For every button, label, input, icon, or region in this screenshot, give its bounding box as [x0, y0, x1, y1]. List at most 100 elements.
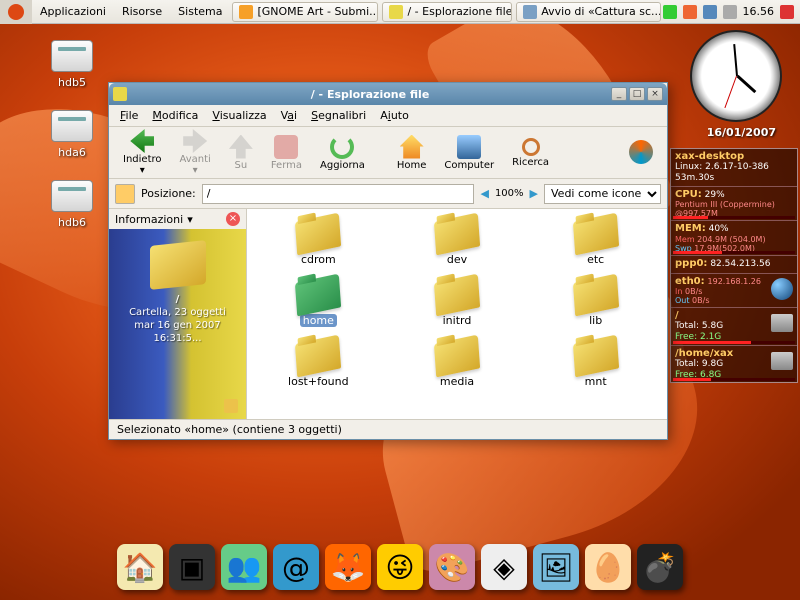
forward-button: Avanti ▾ [172, 127, 219, 178]
folder-item[interactable]: initrd [398, 276, 517, 329]
edit-location-button[interactable] [115, 184, 135, 204]
volume-icon[interactable] [723, 5, 737, 19]
dock-mail[interactable]: @ [273, 544, 319, 590]
menu-modifica[interactable]: Modifica [145, 109, 205, 122]
desktop-drive-icon[interactable]: hdb5 [40, 40, 104, 89]
dock-palette[interactable]: 🎨 [429, 544, 475, 590]
search-button[interactable]: Ricerca [504, 136, 557, 170]
updates-icon[interactable] [703, 5, 717, 19]
home-button[interactable]: Home [389, 133, 435, 173]
dock-media[interactable]: ◈ [481, 544, 527, 590]
folder-item[interactable]: lib [536, 276, 655, 329]
drive-label: hdb5 [40, 76, 104, 89]
reload-button[interactable]: Aggiorna [312, 133, 373, 173]
folder-icon [434, 213, 480, 256]
computer-icon [457, 135, 481, 159]
back-button[interactable]: Indietro ▾ [115, 127, 170, 178]
disk-icon [771, 352, 793, 370]
menubar: File Modifica Visualizza Vai Segnalibri … [109, 105, 667, 127]
analog-clock-widget[interactable] [690, 30, 782, 122]
folder-item[interactable]: cdrom [259, 215, 378, 268]
dock-photo[interactable]: 🖼 [533, 544, 579, 590]
ubuntu-logo-icon [8, 4, 24, 20]
location-bar: Posizione: ◀ 100% ▶ Vedi come icone [109, 179, 667, 209]
dock-terminal[interactable]: ▣ [169, 544, 215, 590]
chevron-down-icon[interactable]: ▾ [187, 213, 193, 226]
folder-label: mnt [538, 375, 653, 388]
close-button[interactable]: × [647, 87, 663, 101]
status-ok-icon[interactable] [663, 5, 677, 19]
folder-item[interactable]: lost+found [259, 337, 378, 390]
folder-icon [434, 274, 480, 317]
folder-item[interactable]: dev [398, 215, 517, 268]
view-mode-select[interactable]: Vedi come icone [544, 184, 661, 204]
app-icon [239, 5, 253, 19]
folder-icon [150, 240, 206, 290]
folder-item[interactable]: home [259, 276, 378, 329]
menu-sistema[interactable]: Sistema [170, 0, 230, 24]
folder-icon [573, 335, 619, 378]
reload-icon [330, 135, 354, 159]
dock-emoticon[interactable]: 😜 [377, 544, 423, 590]
sidepane-close-button[interactable]: × [226, 212, 240, 226]
icon-view[interactable]: cdrom dev etc home initrd lib lost+found media m… [247, 209, 667, 419]
folder-icon [573, 274, 619, 317]
up-button: Su [221, 133, 261, 173]
menu-vai[interactable]: Vai [274, 109, 304, 122]
sidepane-preview: / Cartella, 23 oggetti mar 16 gen 2007 1… [109, 229, 246, 419]
main-menu-launcher[interactable] [0, 0, 32, 24]
folder-item[interactable]: etc [536, 215, 655, 268]
status-warn-icon[interactable] [683, 5, 697, 19]
menu-file[interactable]: File [113, 109, 145, 122]
folder-label: dev [400, 253, 515, 266]
minimize-button[interactable]: _ [611, 87, 627, 101]
menu-segnalibri[interactable]: Segnalibri [304, 109, 373, 122]
folder-label: initrd [400, 314, 515, 327]
folder-item[interactable]: media [398, 337, 517, 390]
folder-icon [434, 335, 480, 378]
panel-clock[interactable]: 16.56 [743, 5, 775, 18]
search-icon [522, 138, 540, 156]
app-icon [523, 5, 537, 19]
menu-aiuto[interactable]: Aiuto [373, 109, 416, 122]
dock-users[interactable]: 👥 [221, 544, 267, 590]
menu-applicazioni[interactable]: Applicazioni [32, 0, 114, 24]
folder-label: lost+found [261, 375, 376, 388]
drive-icon [51, 180, 93, 212]
system-monitor[interactable]: xax-desktop Linux: 2.6.17-10-386 53m.30s… [670, 148, 798, 383]
titlebar[interactable]: / - Esplorazione file _ □ × [109, 83, 667, 105]
lock-icon [224, 399, 238, 413]
forward-arrow-icon [183, 129, 207, 153]
drive-label: hda6 [40, 146, 104, 159]
sidepane-header[interactable]: Informazioni [115, 213, 183, 226]
taskbar-button[interactable]: [GNOME Art - Submi... [232, 2, 378, 22]
folder-label: etc [538, 253, 653, 266]
throbber-icon [629, 140, 653, 164]
top-panel: Applicazioni Risorse Sistema [GNOME Art … [0, 0, 800, 24]
task-label: Avvio di «Cattura sc... [541, 5, 660, 18]
logout-icon[interactable] [780, 5, 794, 19]
clock-date: 16/01/2007 [707, 126, 776, 139]
file-manager-window: / - Esplorazione file _ □ × File Modific… [108, 82, 668, 440]
zoom-in-icon[interactable]: ▶ [530, 187, 538, 200]
desktop-drive-icon[interactable]: hdb6 [40, 180, 104, 229]
location-input[interactable] [202, 184, 475, 204]
dock-egg[interactable]: 🥚 [585, 544, 631, 590]
zoom-out-icon[interactable]: ◀ [480, 187, 488, 200]
sysmon-hostname: xax-desktop [675, 151, 793, 162]
computer-button[interactable]: Computer [436, 133, 502, 173]
taskbar-button[interactable]: / - Esplorazione file [382, 2, 512, 22]
dock-bomb[interactable]: 💣 [637, 544, 683, 590]
folder-item[interactable]: mnt [536, 337, 655, 390]
dock-firefox[interactable]: 🦊 [325, 544, 371, 590]
desktop-drive-icon[interactable]: hda6 [40, 110, 104, 159]
taskbar-button[interactable]: Avvio di «Cattura sc... [516, 2, 660, 22]
window-title: / - Esplorazione file [131, 88, 609, 101]
menu-visualizza[interactable]: Visualizza [205, 109, 273, 122]
menu-risorse[interactable]: Risorse [114, 0, 170, 24]
window-icon [113, 87, 127, 101]
dock-home[interactable]: 🏠 [117, 544, 163, 590]
system-tray: 16.56 [663, 5, 800, 19]
maximize-button[interactable]: □ [629, 87, 645, 101]
stop-icon [274, 135, 298, 159]
